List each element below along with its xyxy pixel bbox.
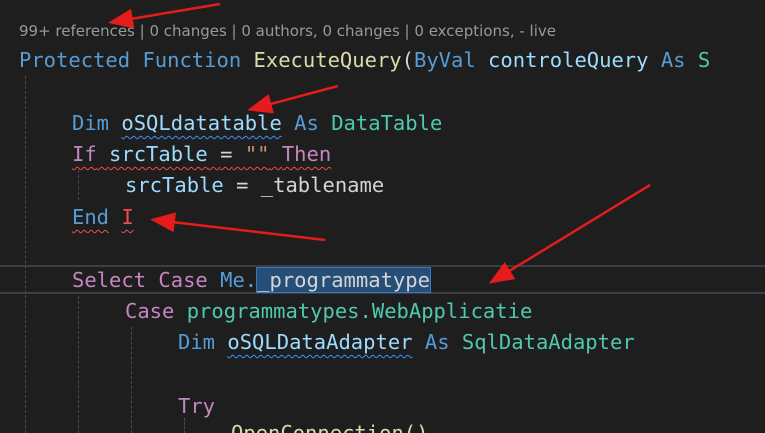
variable-srctable: srcTable: [109, 142, 208, 166]
code-line-9[interactable]: Try: [178, 391, 215, 421]
code-line-2[interactable]: Dim oSQLdatatable As DataTable: [72, 108, 442, 138]
code-line-1[interactable]: Protected Function ExecuteQuery(ByVal co…: [19, 45, 710, 75]
open-paren: (: [401, 48, 414, 72]
code-line-6[interactable]: Select Case Me._programmatype: [72, 265, 431, 295]
indent-guide: [25, 76, 26, 433]
keyword-case: Case: [125, 299, 175, 323]
code-editor[interactable]: 99+ references | 0 changes | 0 authors, …: [0, 0, 765, 433]
code-line-10[interactable]: OpenConnection(): [231, 418, 428, 433]
keyword-byval: ByVal: [413, 48, 476, 72]
enum-value: programmatypes.WebApplicatie: [186, 299, 533, 323]
arrow-to-codelens: [108, 2, 221, 29]
keyword-function: Function: [142, 48, 242, 72]
indent-guide: [78, 170, 79, 200]
function-name: ExecuteQuery: [253, 48, 402, 72]
type-datatable: DataTable: [331, 111, 443, 135]
variable-srctable: srcTable: [125, 173, 224, 197]
keyword-select: Select: [72, 268, 147, 292]
variable-oSQLdatatable: oSQLdatatable: [121, 111, 282, 135]
value-tablename: _tablename: [260, 173, 385, 197]
code-line-3[interactable]: If srcTable = "" Then: [72, 139, 331, 169]
keyword-as: As: [424, 330, 450, 354]
indent-guide: [78, 296, 79, 433]
keyword-then: Then: [281, 142, 332, 166]
keyword-end: End: [72, 205, 110, 229]
parameter-name: controleQuery: [488, 48, 649, 72]
keyword-me: Me.: [220, 268, 258, 292]
keyword-as: As: [294, 111, 319, 135]
error-token: I: [121, 205, 134, 229]
codelens-info[interactable]: 99+ references | 0 changes | 0 authors, …: [19, 22, 556, 40]
operator-equals: =: [236, 173, 249, 197]
code-line-4[interactable]: srcTable = _tablename: [125, 170, 384, 200]
parameter-type: S: [697, 48, 711, 72]
keyword-as: As: [660, 48, 686, 72]
keyword-try: Try: [178, 394, 216, 418]
type-sqldataadapter: SqlDataAdapter: [461, 330, 635, 354]
keyword-dim: Dim: [72, 111, 110, 135]
keyword-protected: Protected: [19, 48, 131, 72]
code-line-7[interactable]: Case programmatypes.WebApplicatie: [125, 296, 532, 326]
empty-string: "": [244, 142, 270, 166]
selected-identifier[interactable]: _programmatype: [256, 267, 431, 293]
arrow-to-datatable: [247, 84, 339, 114]
variable-oSQLDataAdapter: oSQLDataAdapter: [227, 330, 413, 354]
keyword-if: If: [72, 142, 97, 166]
code-line-8[interactable]: Dim oSQLDataAdapter As SqlDataAdapter: [178, 327, 635, 357]
method-call: OpenConnection(): [231, 421, 429, 433]
indent-guide: [131, 327, 132, 433]
operator-equals: =: [220, 142, 233, 166]
arrow-to-end-if: [150, 212, 326, 242]
keyword-dim: Dim: [178, 330, 216, 354]
code-line-5[interactable]: End I: [72, 202, 134, 232]
keyword-case: Case: [158, 268, 208, 292]
